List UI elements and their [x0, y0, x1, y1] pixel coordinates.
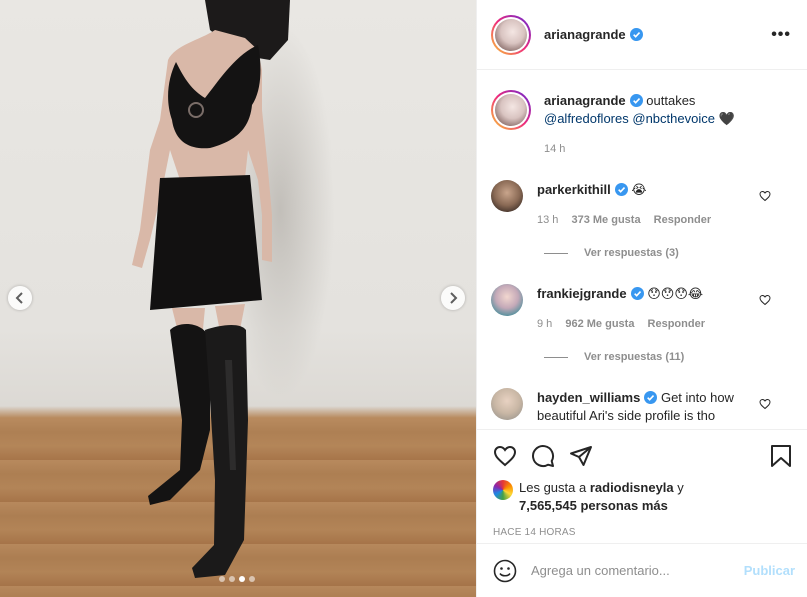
comment-row: hayden_williams Get into how beautiful A…	[491, 388, 791, 425]
commenter-avatar[interactable]	[491, 388, 523, 420]
likes-joiner: y	[677, 480, 684, 495]
comment-like-heart-icon[interactable]	[759, 190, 771, 202]
comment-input[interactable]	[531, 563, 744, 578]
mention-link[interactable]: @nbcthevoice	[632, 111, 715, 126]
commenter-avatar[interactable]	[491, 180, 523, 212]
author-username[interactable]: arianagrande	[544, 27, 626, 42]
reply-button[interactable]: Responder	[648, 318, 705, 330]
verified-badge-icon	[644, 391, 658, 404]
post-timestamp[interactable]: HACE 14 HORAS	[493, 527, 793, 538]
carousel-dot	[229, 576, 235, 582]
comment-text: 😭	[631, 182, 647, 197]
chevron-left-icon	[15, 292, 23, 304]
post-header: arianagrande •••	[477, 0, 807, 70]
likes-count-link[interactable]: 7,565,545 personas más	[519, 498, 668, 513]
comment-time: 13 h	[537, 214, 559, 226]
liker-avatar[interactable]	[493, 480, 513, 500]
action-icons	[493, 442, 793, 470]
comment-likes[interactable]: 373 Me gusta	[571, 214, 640, 226]
carousel-prev-button[interactable]	[8, 286, 32, 310]
verified-badge-icon	[629, 94, 643, 107]
verified-badge-icon	[629, 28, 643, 41]
author-avatar[interactable]	[491, 14, 531, 55]
black-heart-emoji: 🖤	[718, 111, 735, 126]
post-side-panel: arianagrande ••• arianagrande outtakes @…	[476, 0, 807, 597]
caption-username[interactable]: arianagrande	[544, 93, 626, 108]
view-replies-button[interactable]: Ver respuestas (11)	[544, 351, 684, 363]
carousel-indicator	[219, 576, 255, 582]
comment-username[interactable]: parkerkithill	[537, 182, 611, 197]
comments-list: arianagrande outtakes @alfredoflores @nb…	[477, 71, 807, 429]
caption-text: outtakes	[646, 93, 696, 108]
comment-meta: 9 h 962 Me gusta Responder	[537, 315, 757, 333]
comment-like-heart-icon[interactable]	[759, 294, 771, 306]
carousel-dot	[219, 576, 225, 582]
verified-badge-icon	[630, 287, 644, 300]
model-figure	[132, 0, 290, 578]
comment-meta: 13 h 373 Me gusta Responder	[537, 211, 757, 229]
comment-username[interactable]: frankiejgrande	[537, 286, 627, 301]
view-replies-button[interactable]: Ver respuestas (3)	[544, 247, 679, 259]
likes-prefix: Les gusta a	[519, 480, 587, 495]
likes-summary: Les gusta a radiodisneyla y 7,565,545 pe…	[493, 479, 793, 515]
reply-button[interactable]: Responder	[654, 214, 711, 226]
comment-username[interactable]: hayden_williams	[537, 390, 640, 405]
add-comment-bar: Publicar	[477, 543, 807, 597]
mention-link[interactable]: @alfredoflores	[544, 111, 629, 126]
carousel-dot-active	[239, 576, 245, 582]
commenter-avatar[interactable]	[491, 284, 523, 316]
caption-time: 14 h	[544, 143, 566, 155]
share-paper-plane-icon[interactable]	[569, 444, 593, 468]
post-actions: Les gusta a radiodisneyla y 7,565,545 pe…	[477, 429, 807, 538]
comment-likes[interactable]: 962 Me gusta	[565, 318, 634, 330]
like-heart-icon[interactable]	[493, 444, 517, 468]
verified-badge-icon	[614, 183, 628, 196]
comment-text: 😯😯😯😂	[647, 286, 704, 301]
emoji-smiley-icon[interactable]	[493, 559, 517, 583]
carousel-dot	[249, 576, 255, 582]
chevron-right-icon	[450, 292, 458, 304]
comment-time: 9 h	[537, 318, 553, 330]
post-photo[interactable]	[0, 0, 476, 597]
liker-username[interactable]: radiodisneyla	[590, 480, 674, 495]
caption-meta: 14 h	[544, 140, 764, 158]
caption: arianagrande outtakes @alfredoflores @nb…	[491, 90, 791, 158]
comment-row: parkerkithill 😭 13 h 373 Me gusta Respon…	[491, 180, 791, 229]
comment-row: frankiejgrande 😯😯😯😂 9 h 962 Me gusta Res…	[491, 284, 791, 333]
publish-button[interactable]: Publicar	[744, 563, 795, 578]
caption-avatar[interactable]	[491, 90, 531, 130]
comment-like-heart-icon[interactable]	[759, 398, 771, 410]
more-options-icon[interactable]: •••	[771, 26, 791, 44]
comment-bubble-icon[interactable]	[531, 444, 555, 468]
save-bookmark-icon[interactable]	[769, 444, 793, 468]
carousel-next-button[interactable]	[441, 286, 465, 310]
